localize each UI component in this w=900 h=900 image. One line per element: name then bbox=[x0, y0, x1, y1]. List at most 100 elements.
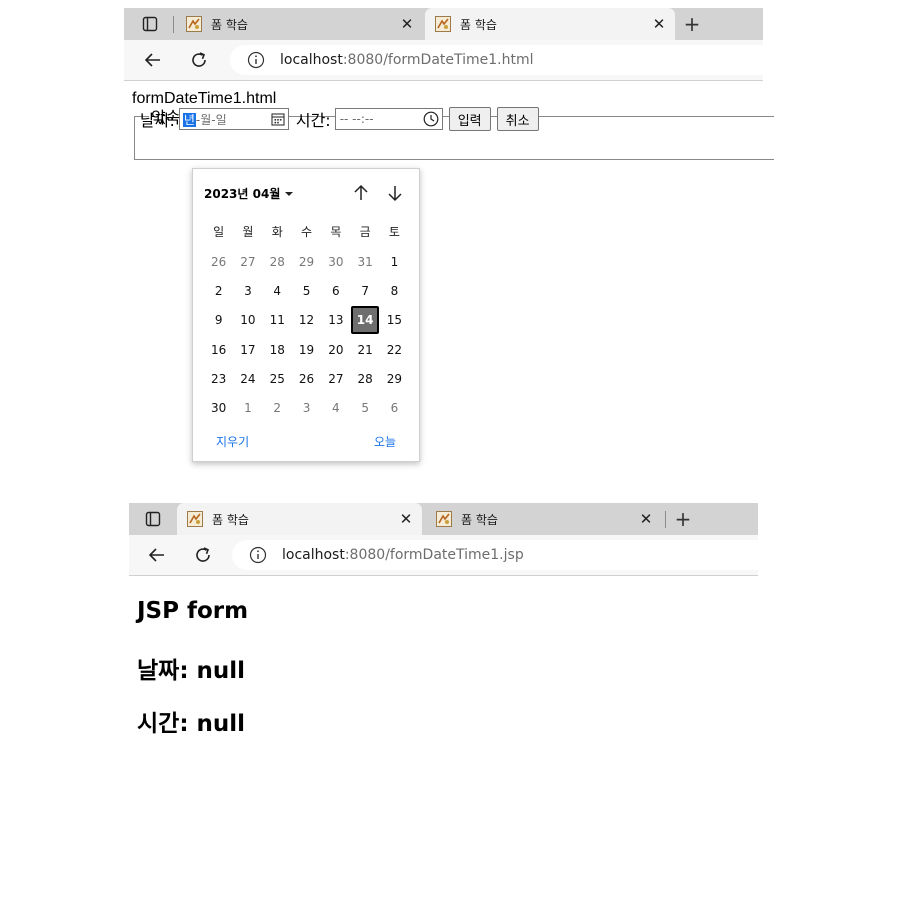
day-cell[interactable]: 5 bbox=[350, 393, 379, 422]
day-cell[interactable]: 6 bbox=[321, 276, 350, 305]
day-cell[interactable]: 10 bbox=[233, 306, 262, 335]
info-icon[interactable] bbox=[246, 50, 266, 70]
day-cell[interactable]: 5 bbox=[292, 276, 321, 305]
day-cell[interactable]: 28 bbox=[263, 247, 292, 276]
favicon-icon bbox=[436, 511, 452, 527]
selected-day-cell[interactable]: 14 bbox=[351, 305, 380, 334]
date-rest-segment[interactable]: -월-일 bbox=[196, 113, 227, 127]
day-cell[interactable]: 12 bbox=[292, 306, 321, 335]
day-cell[interactable]: 24 bbox=[233, 364, 262, 393]
day-cell[interactable]: 2 bbox=[204, 276, 233, 305]
day-cell[interactable]: 26 bbox=[204, 247, 233, 276]
weekday-label: 화 bbox=[271, 225, 283, 239]
form-row: 날짜: 년-월-일 시간: -- --:-- 입력 취소 bbox=[140, 107, 539, 131]
day-cell[interactable]: 29 bbox=[292, 247, 321, 276]
day-cell[interactable]: 17 bbox=[233, 335, 262, 364]
tab-strip: 폼 학습 ✕ 폼 학습 ✕ + bbox=[129, 503, 758, 535]
refresh-icon[interactable] bbox=[187, 48, 211, 72]
day-cell[interactable]: 3 bbox=[233, 276, 262, 305]
month-selector[interactable]: 2023년 04월 bbox=[204, 185, 294, 202]
url-path: :8080/formDateTime1.jsp bbox=[344, 547, 524, 563]
address-bar[interactable]: localhost:8080/formDateTime1.jsp bbox=[232, 540, 758, 570]
page-content: JSP form 날짜: null 시간: null bbox=[129, 576, 758, 743]
tab-1[interactable]: 폼 학습 ✕ bbox=[176, 8, 423, 40]
day-cell[interactable]: 28 bbox=[350, 364, 379, 393]
week-row: 9 10 11 12 13 14 15 bbox=[204, 305, 409, 335]
day-cell[interactable]: 27 bbox=[233, 247, 262, 276]
new-tab-icon[interactable]: + bbox=[671, 507, 695, 531]
back-icon[interactable] bbox=[145, 543, 169, 567]
page-heading: JSP form bbox=[137, 598, 249, 624]
day-cell[interactable]: 1 bbox=[233, 393, 262, 422]
day-cell[interactable]: 30 bbox=[321, 247, 350, 276]
close-icon[interactable]: ✕ bbox=[399, 15, 415, 33]
tab-actions-icon[interactable] bbox=[144, 510, 162, 528]
day-cell[interactable]: 16 bbox=[204, 335, 233, 364]
tab-title: 폼 학습 bbox=[211, 17, 248, 32]
day-cell[interactable]: 25 bbox=[263, 364, 292, 393]
day-cell[interactable]: 1 bbox=[380, 247, 409, 276]
day-cell[interactable]: 18 bbox=[263, 335, 292, 364]
new-tab-icon[interactable]: + bbox=[680, 12, 704, 36]
week-row: 2345678 bbox=[204, 276, 409, 305]
time-placeholder[interactable]: -- --:-- bbox=[340, 112, 374, 126]
cancel-button[interactable]: 취소 bbox=[496, 107, 539, 131]
day-cell[interactable]: 7 bbox=[350, 276, 379, 305]
calendar-icon[interactable] bbox=[271, 112, 285, 129]
refresh-icon[interactable] bbox=[191, 543, 215, 567]
clear-button[interactable]: 지우기 bbox=[216, 433, 249, 450]
back-icon[interactable] bbox=[141, 48, 165, 72]
url-path: :8080/formDateTime1.html bbox=[342, 52, 534, 68]
day-cell[interactable]: 8 bbox=[380, 276, 409, 305]
weekday-label: 월 bbox=[242, 225, 254, 239]
day-cell[interactable]: 19 bbox=[292, 335, 321, 364]
day-cell[interactable]: 29 bbox=[380, 364, 409, 393]
date-year-segment[interactable]: 년 bbox=[182, 112, 196, 127]
day-cell[interactable]: 2 bbox=[263, 393, 292, 422]
day-cell[interactable]: 4 bbox=[321, 393, 350, 422]
close-icon[interactable]: ✕ bbox=[651, 15, 667, 33]
week-row: 16 17 18 19 20 21 22 bbox=[204, 335, 409, 364]
day-cell[interactable]: 27 bbox=[321, 364, 350, 393]
day-cell[interactable]: 13 bbox=[321, 306, 350, 335]
tab-separator bbox=[173, 16, 174, 33]
tab-strip: 폼 학습 ✕ 폼 학습 ✕ + bbox=[124, 8, 763, 40]
day-cell[interactable]: 6 bbox=[380, 393, 409, 422]
favicon-icon bbox=[187, 511, 203, 527]
weekday-label: 목 bbox=[330, 225, 342, 239]
clock-icon[interactable] bbox=[423, 111, 439, 130]
weekday-label: 수 bbox=[301, 225, 313, 239]
today-button[interactable]: 오늘 bbox=[374, 433, 396, 450]
day-cell[interactable]: 23 bbox=[204, 364, 233, 393]
tab-1[interactable]: 폼 학습 ✕ bbox=[177, 503, 422, 535]
arrow-down-icon[interactable] bbox=[384, 182, 406, 204]
day-cell[interactable]: 9 bbox=[204, 306, 233, 335]
submit-button[interactable]: 입력 bbox=[448, 107, 491, 131]
week-row: 23 24 25 26 27 28 29 bbox=[204, 364, 409, 393]
info-icon[interactable] bbox=[248, 545, 268, 565]
day-cell[interactable]: 22 bbox=[380, 335, 409, 364]
day-cell[interactable]: 21 bbox=[350, 335, 379, 364]
day-cell[interactable]: 15 bbox=[380, 306, 409, 335]
tab-actions-icon[interactable] bbox=[141, 15, 159, 33]
day-cell[interactable]: 30 bbox=[204, 393, 233, 422]
time-input[interactable]: -- --:-- bbox=[334, 108, 443, 130]
day-cell[interactable]: 11 bbox=[263, 306, 292, 335]
tab-2[interactable]: 폼 학습 ✕ bbox=[425, 8, 675, 40]
date-input[interactable]: 년-월-일 bbox=[178, 108, 289, 130]
weekday-header: 일월화수목금토 bbox=[204, 223, 409, 240]
day-cell[interactable]: 26 bbox=[292, 364, 321, 393]
weekday-label: 토 bbox=[388, 225, 400, 239]
close-icon[interactable]: ✕ bbox=[638, 510, 654, 528]
day-cell[interactable]: 3 bbox=[292, 393, 321, 422]
tab-separator bbox=[665, 511, 666, 528]
tab-2[interactable]: 폼 학습 ✕ bbox=[426, 503, 662, 535]
address-bar[interactable]: localhost:8080/formDateTime1.html bbox=[230, 45, 763, 75]
arrow-up-icon[interactable] bbox=[350, 182, 372, 204]
day-cell[interactable]: 20 bbox=[321, 335, 350, 364]
day-cell[interactable]: 4 bbox=[263, 276, 292, 305]
close-icon[interactable]: ✕ bbox=[398, 510, 414, 528]
tab-title: 폼 학습 bbox=[461, 512, 498, 527]
week-row: 30 1 2 3 4 5 6 bbox=[204, 393, 409, 422]
day-cell[interactable]: 31 bbox=[350, 247, 379, 276]
